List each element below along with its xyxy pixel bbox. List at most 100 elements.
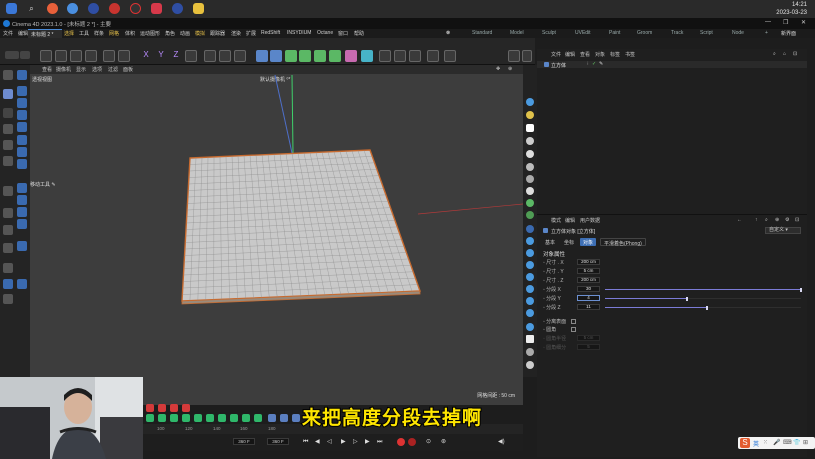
key-param-icon[interactable] bbox=[182, 414, 190, 422]
light-icon[interactable] bbox=[409, 50, 421, 62]
record-icon[interactable] bbox=[397, 438, 405, 446]
om-menu-view[interactable]: 查看 bbox=[580, 51, 590, 58]
edge-mode-icon[interactable] bbox=[3, 108, 13, 118]
timeline-icon-3[interactable] bbox=[292, 414, 300, 422]
extrude-icon[interactable] bbox=[17, 147, 27, 157]
am-menu-mode[interactable]: 模式 bbox=[551, 217, 561, 224]
sound-icon[interactable]: ◀) bbox=[498, 439, 505, 445]
seg-y-slider-knob[interactable] bbox=[686, 296, 689, 301]
menu-redshift[interactable]: RedShift bbox=[261, 30, 280, 36]
menu-tools[interactable]: 工具 bbox=[79, 30, 89, 37]
undo-icon[interactable] bbox=[5, 51, 19, 59]
cloner-icon[interactable] bbox=[314, 50, 326, 62]
windows-start-icon[interactable] bbox=[6, 3, 17, 14]
coordinate-system-icon[interactable] bbox=[185, 50, 197, 62]
y-axis-lock[interactable]: Y bbox=[155, 49, 167, 61]
om-menu-edit[interactable]: 编辑 bbox=[565, 51, 575, 58]
om-menu-file[interactable]: 文件 bbox=[551, 51, 561, 58]
select-tool-icon[interactable] bbox=[40, 50, 52, 62]
am-menu-edit[interactable]: 编辑 bbox=[565, 217, 575, 224]
om-search-icon[interactable]: ⌕ bbox=[773, 51, 776, 57]
x-axis-lock[interactable]: X bbox=[140, 49, 152, 61]
tag-icon[interactable]: ✎ bbox=[599, 61, 603, 67]
paint-icon[interactable] bbox=[17, 279, 27, 289]
sogou-ime-icon[interactable]: S bbox=[740, 438, 750, 448]
visibility-dots-icon[interactable]: ⁝ bbox=[587, 61, 589, 67]
tweak-icon[interactable] bbox=[17, 207, 27, 217]
ime-mic-icon[interactable]: 🎤 bbox=[773, 439, 780, 446]
key-settings-icon[interactable]: ⊙ bbox=[426, 439, 432, 445]
prev-frame-icon[interactable]: ◁ bbox=[327, 439, 333, 445]
render-settings-icon[interactable] bbox=[234, 50, 246, 62]
mode-track[interactable]: Track bbox=[671, 30, 683, 36]
knife-icon[interactable] bbox=[17, 135, 27, 145]
om-menu-object[interactable]: 对象 bbox=[595, 51, 605, 58]
node-palette-icon[interactable] bbox=[526, 211, 534, 219]
symmetry-icon[interactable] bbox=[17, 219, 27, 229]
redo-icon[interactable] bbox=[20, 51, 30, 59]
go-to-start-icon[interactable]: ⏮ bbox=[303, 439, 309, 445]
play-icon[interactable]: ▶ bbox=[341, 439, 347, 445]
menu-character[interactable]: 角色 bbox=[165, 30, 175, 37]
tag-palette-icon[interactable] bbox=[526, 199, 534, 207]
seg-z-field[interactable]: 11 bbox=[577, 304, 600, 310]
start-frame-field[interactable]: 360 F bbox=[233, 438, 255, 445]
document-tab[interactable]: 未标题 2 * bbox=[28, 29, 62, 38]
menu-select[interactable]: 选择 bbox=[64, 30, 74, 37]
key-pos-icon[interactable] bbox=[146, 414, 154, 422]
app-red-icon[interactable] bbox=[151, 3, 162, 14]
ime-menu-icon[interactable]: ⊞ bbox=[803, 439, 808, 446]
material-icon[interactable] bbox=[526, 111, 534, 119]
palette-icon-18[interactable] bbox=[526, 309, 534, 317]
measure-icon[interactable] bbox=[3, 263, 13, 273]
key-pla-icon[interactable] bbox=[194, 414, 202, 422]
enabled-check-icon[interactable]: ✓ bbox=[592, 61, 596, 67]
size-y-field[interactable]: 5 cm bbox=[577, 268, 600, 274]
light-palette-icon[interactable] bbox=[526, 124, 534, 132]
chrome-icon[interactable] bbox=[67, 3, 78, 14]
am-menu-userdata[interactable]: 用户数据 bbox=[580, 217, 600, 224]
cinema4d-taskbar-icon-2[interactable] bbox=[172, 3, 183, 14]
am-lock-icon[interactable]: ⊕ bbox=[775, 217, 779, 223]
key-scale-icon[interactable] bbox=[158, 414, 166, 422]
deformer-icon[interactable] bbox=[345, 50, 357, 62]
tab-object[interactable]: 对象 bbox=[580, 238, 597, 246]
am-settings-icon[interactable]: ⚙ bbox=[785, 217, 789, 223]
record-key-icon-3[interactable] bbox=[170, 404, 178, 412]
folder-icon[interactable] bbox=[193, 3, 204, 14]
menu-window[interactable]: 窗口 bbox=[338, 30, 348, 37]
add-layout-icon[interactable]: + bbox=[765, 30, 768, 36]
axis-lock-icon[interactable] bbox=[17, 195, 27, 205]
palette-icon-14[interactable] bbox=[526, 261, 534, 269]
menu-render[interactable]: 渲染 bbox=[231, 30, 241, 37]
palette-icon-20[interactable] bbox=[526, 335, 534, 343]
om-menu-tags[interactable]: 标签 bbox=[610, 51, 620, 58]
weld-icon[interactable] bbox=[3, 140, 13, 150]
spline-pen-icon[interactable] bbox=[270, 50, 282, 62]
am-up-icon[interactable]: ↑ bbox=[755, 217, 758, 223]
maximize-icon[interactable]: ❐ bbox=[783, 19, 788, 26]
record-key-icon-1[interactable] bbox=[146, 404, 154, 412]
tab-basic[interactable]: 基本 bbox=[542, 238, 558, 246]
minimize-icon[interactable]: — bbox=[765, 19, 771, 25]
record-key-icon-2[interactable] bbox=[158, 404, 166, 412]
sky-palette-icon[interactable] bbox=[526, 163, 534, 171]
firefox-icon[interactable] bbox=[47, 3, 58, 14]
mode-script[interactable]: Script bbox=[700, 30, 713, 36]
viewport-maximize-icon[interactable] bbox=[522, 50, 532, 62]
camera-icon[interactable] bbox=[394, 50, 406, 62]
bevel-icon[interactable] bbox=[3, 156, 13, 166]
ime-keyboard-icon[interactable]: ⌨ bbox=[783, 439, 792, 446]
key-icon-9[interactable] bbox=[242, 414, 250, 422]
timeline-icon-1[interactable] bbox=[268, 414, 276, 422]
mode-model[interactable]: Model bbox=[510, 30, 524, 36]
menu-animate[interactable]: 动画 bbox=[180, 30, 190, 37]
floor-grid-icon[interactable] bbox=[379, 50, 391, 62]
palette-icon-19[interactable] bbox=[526, 323, 534, 331]
mode-sculpt[interactable]: Sculpt bbox=[542, 30, 556, 36]
search-icon[interactable]: ⌕ bbox=[26, 3, 37, 14]
texture-mode-icon[interactable] bbox=[17, 86, 27, 96]
quantize-icon[interactable] bbox=[3, 279, 13, 289]
ime-skin-icon[interactable]: 👕 bbox=[793, 439, 800, 446]
scale-tool-icon[interactable] bbox=[70, 50, 82, 62]
